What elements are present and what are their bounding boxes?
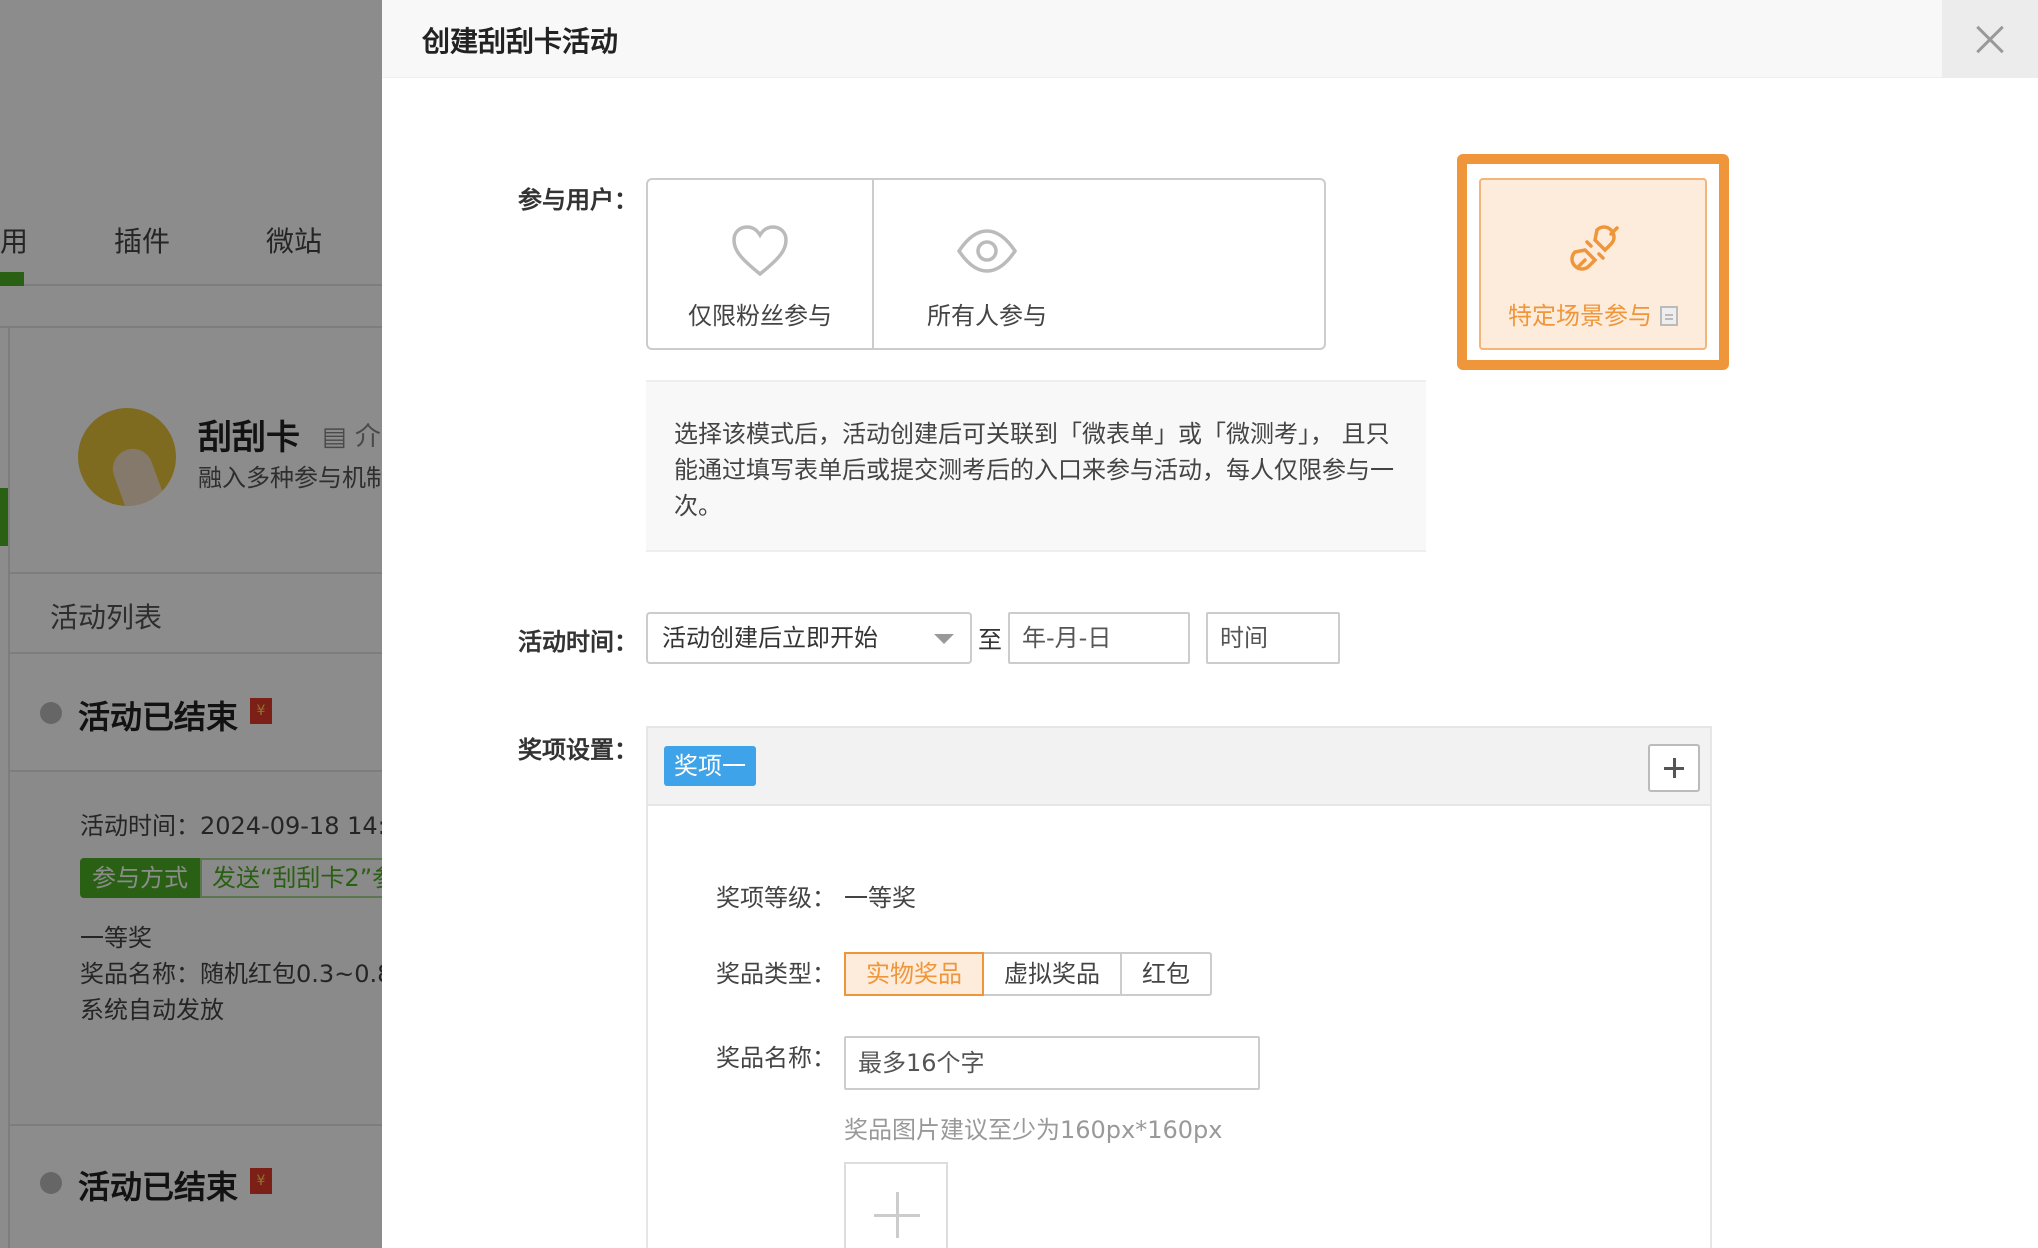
plug-icon (1570, 225, 1619, 271)
end-time-input[interactable] (1206, 612, 1340, 664)
document-icon[interactable] (1660, 306, 1678, 326)
option-fans-only[interactable]: 仅限粉丝参与 (648, 180, 874, 348)
prize-type-red-packet[interactable]: 红包 (1122, 954, 1210, 994)
modal-backdrop[interactable] (0, 0, 382, 1248)
prize-settings-label: 奖项设置： (518, 736, 638, 764)
prize-level-value: 一等奖 (844, 884, 916, 912)
create-activity-modal: 创建刮刮卡活动 参与用户： 仅限粉丝参与 所有人参与 特定场景参与 选择该模式后… (382, 0, 2038, 1248)
start-time-select[interactable]: 活动创建后立即开始 (646, 612, 972, 664)
option-label: 特定场景参与 (1481, 296, 1705, 331)
participants-label: 参与用户： (518, 186, 638, 214)
activity-time-label: 活动时间： (518, 628, 638, 656)
participants-description: 选择该模式后，活动创建后可关联到「微表单」或「微测考」， 且只能通过填写表单后或… (646, 380, 1426, 552)
heart-icon (732, 225, 788, 277)
option-label: 仅限粉丝参与 (688, 302, 832, 330)
prize-name-label: 奖品名称： (716, 1044, 836, 1072)
prize-type-label: 奖品类型： (716, 960, 836, 988)
close-icon[interactable] (1942, 0, 2038, 78)
prize-tabs: 奖项一 (648, 728, 1710, 806)
add-prize-button[interactable] (1648, 744, 1700, 792)
upload-image-button[interactable] (844, 1162, 948, 1248)
tab-prize-1[interactable]: 奖项一 (664, 746, 756, 786)
eye-icon (957, 229, 1017, 273)
prize-name-input[interactable] (844, 1036, 1260, 1090)
modal-header: 创建刮刮卡活动 (382, 0, 2038, 78)
prize-type-physical[interactable]: 实物奖品 (844, 952, 984, 996)
option-label: 所有人参与 (927, 302, 1047, 330)
end-date-input[interactable] (1008, 612, 1190, 664)
prize-level-label: 奖项等级： (716, 884, 836, 912)
option-specific-scene[interactable]: 特定场景参与 (1479, 178, 1707, 350)
chevron-down-icon (934, 634, 954, 644)
prize-type-selector: 实物奖品 虚拟奖品 红包 (844, 952, 1212, 996)
prize-image-hint: 奖品图片建议至少为160px*160px (844, 1116, 1223, 1144)
prize-type-virtual[interactable]: 虚拟奖品 (984, 954, 1122, 994)
start-time-value: 活动创建后立即开始 (662, 624, 878, 652)
option-everyone[interactable]: 所有人参与 (874, 180, 1100, 348)
to-separator: 至 (978, 626, 1002, 654)
modal-title: 创建刮刮卡活动 (422, 25, 619, 58)
participants-options: 仅限粉丝参与 所有人参与 (646, 178, 1326, 350)
